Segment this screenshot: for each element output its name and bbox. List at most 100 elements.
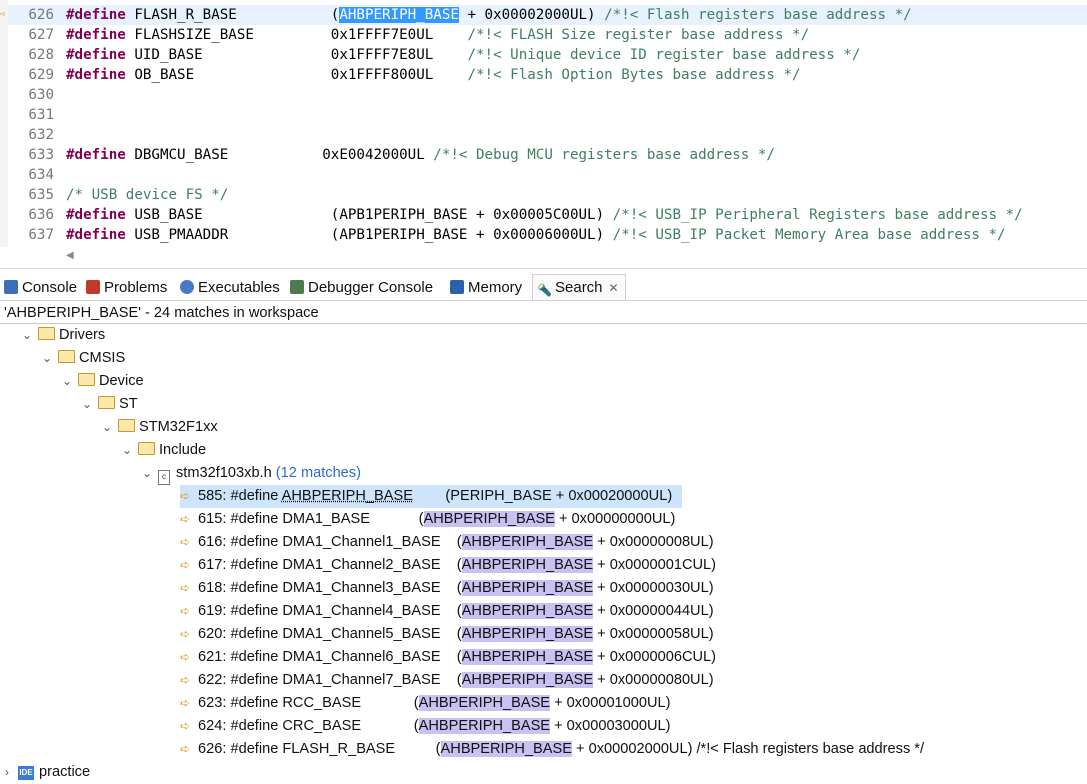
code-text: #define FLASH_R_BASE (AHBPERIPH_BASE + 0… bbox=[66, 5, 912, 25]
match-arrow-icon: ➪ bbox=[180, 489, 191, 503]
chevron-down-icon[interactable]: ⌄ bbox=[100, 416, 114, 439]
line-number: 634 bbox=[28, 167, 54, 183]
keyword: #define bbox=[66, 147, 126, 163]
search-match-line[interactable]: ➪ 617: #define DMA1_Channel2_BASE (AHBPER… bbox=[180, 554, 716, 577]
comment: /*!< USB_IP Packet Memory Area base addr… bbox=[612, 227, 1006, 243]
match-suffix: + 0x00000000UL) bbox=[554, 511, 676, 527]
editor-horizontal-scrollbar[interactable]: ◀ bbox=[66, 248, 1076, 264]
keyword: #define bbox=[66, 67, 126, 83]
match-prefix: 619: #define DMA1_Channel4_BASE ( bbox=[198, 603, 462, 619]
search-match-line[interactable]: ➪ 585: #define AHBPERIPH_BASE (PERIPH_BAS… bbox=[180, 485, 682, 508]
chevron-right-icon[interactable]: › bbox=[0, 761, 14, 784]
code-token: DBGMCU_BASE 0xE0042000UL bbox=[125, 147, 434, 163]
code-editor[interactable]: ➪ 626 #define FLASH_R_BASE (AHBPERIPH_BASE… bbox=[0, 0, 1087, 247]
tab-search[interactable]: 🔦 Search ✕ bbox=[532, 274, 626, 301]
search-flashlight-icon: 🔦 bbox=[537, 283, 552, 297]
match-arrow-icon: ➪ bbox=[180, 581, 191, 595]
search-match-line[interactable]: ➪ 622: #define DMA1_Channel7_BASE (AHBPER… bbox=[180, 669, 714, 692]
problems-icon bbox=[86, 280, 100, 294]
tree-file[interactable]: ⌄ c stm32f103xb.h (12 matches) bbox=[140, 462, 361, 485]
tree-folder[interactable]: ⌄ Drivers bbox=[20, 324, 105, 347]
code-text: #define USB_PMAADDR (APB1PERIPH_BASE + 0… bbox=[66, 225, 1006, 245]
match-highlight: AHBPERIPH_BASE bbox=[461, 626, 594, 642]
code-line[interactable]: 632 bbox=[8, 125, 1087, 145]
tree-folder[interactable]: ⌄ ST bbox=[80, 393, 138, 416]
code-line[interactable]: 630 bbox=[8, 85, 1087, 105]
match-prefix: 618: #define DMA1_Channel3_BASE ( bbox=[198, 580, 462, 596]
match-suffix: + 0x0000006CUL) bbox=[593, 649, 716, 665]
search-match-line[interactable]: ➪ 623: #define RCC_BASE (AHBPERIPH_BASE +… bbox=[180, 692, 671, 715]
code-line[interactable]: 637 #define USB_PMAADDR (APB1PERIPH_BASE … bbox=[8, 225, 1087, 245]
code-line[interactable]: 631 bbox=[8, 105, 1087, 125]
tree-folder[interactable]: ⌄ Device bbox=[60, 370, 144, 393]
comment: /*!< Flash Option Bytes base address */ bbox=[467, 67, 801, 83]
tree-label: STM32F1xx bbox=[139, 419, 218, 435]
code-line[interactable]: ➪ 626 #define FLASH_R_BASE (AHBPERIPH_BASE… bbox=[0, 5, 1087, 25]
match-prefix: 620: #define DMA1_Channel5_BASE ( bbox=[198, 626, 462, 642]
match-suffix: + 0x00000044UL) bbox=[593, 603, 714, 619]
tab-executables[interactable]: Executables bbox=[180, 276, 280, 300]
tree-project-practice[interactable]: › IDE practice bbox=[0, 761, 90, 784]
chevron-down-icon[interactable]: ⌄ bbox=[80, 393, 94, 416]
tree-label: CMSIS bbox=[79, 350, 126, 366]
search-match-line[interactable]: ➪ 626: #define FLASH_R_BASE (AHBPERIPH_BA… bbox=[180, 738, 924, 761]
code-line[interactable]: 634 bbox=[8, 165, 1087, 185]
match-prefix: 623: #define RCC_BASE ( bbox=[198, 695, 419, 711]
code-line[interactable]: 635 /* USB device FS */ bbox=[8, 185, 1087, 205]
chevron-down-icon[interactable]: ⌄ bbox=[60, 370, 74, 393]
code-line[interactable]: 633 #define DBGMCU_BASE 0xE0042000UL /*!<… bbox=[8, 145, 1087, 165]
tree-folder[interactable]: ⌄ CMSIS bbox=[40, 347, 125, 370]
tab-memory[interactable]: Memory bbox=[450, 276, 522, 300]
code-text: /* USB device FS */ bbox=[66, 185, 228, 205]
chevron-down-icon[interactable]: ⌄ bbox=[140, 462, 154, 485]
tree-folder[interactable]: ⌄ Include bbox=[120, 439, 206, 462]
match-count: (12 matches) bbox=[275, 465, 361, 481]
match-suffix: + 0x00003000UL) bbox=[550, 718, 671, 734]
match-prefix: 617: #define DMA1_Channel2_BASE ( bbox=[198, 557, 462, 573]
code-text: #define DBGMCU_BASE 0xE0042000UL /*!< De… bbox=[66, 145, 775, 165]
tab-label: Memory bbox=[468, 279, 523, 296]
search-match-line[interactable]: ➪ 619: #define DMA1_Channel4_BASE (AHBPER… bbox=[180, 600, 714, 623]
scroll-left-arrow-icon[interactable]: ◀ bbox=[66, 250, 74, 261]
search-match-line[interactable]: ➪ 621: #define DMA1_Channel6_BASE (AHBPER… bbox=[180, 646, 716, 669]
search-match-line[interactable]: ➪ 624: #define CRC_BASE (AHBPERIPH_BASE +… bbox=[180, 715, 671, 738]
code-token: OB_BASE 0x1FFFF800UL bbox=[125, 67, 468, 83]
search-match-line[interactable]: ➪ 618: #define DMA1_Channel3_BASE (AHBPER… bbox=[180, 577, 714, 600]
keyword: #define bbox=[66, 47, 126, 63]
match-suffix: (PERIPH_BASE + 0x00020000UL) bbox=[413, 488, 673, 504]
editor-gutter bbox=[0, 0, 8, 247]
tab-console[interactable]: Console bbox=[4, 276, 77, 300]
close-icon[interactable]: ✕ bbox=[609, 281, 619, 295]
tree-folder[interactable]: ⌄ STM32F1xx bbox=[100, 416, 218, 439]
chevron-down-icon[interactable]: ⌄ bbox=[20, 324, 34, 347]
match-highlight: AHBPERIPH_BASE bbox=[281, 488, 413, 504]
chevron-down-icon[interactable]: ⌄ bbox=[40, 347, 54, 370]
search-match-line[interactable]: ➪ 615: #define DMA1_BASE (AHBPERIPH_BASE … bbox=[180, 508, 675, 531]
match-arrow-icon: ➪ bbox=[180, 742, 191, 756]
code-line[interactable]: 628 #define UID_BASE 0x1FFFF7E8UL /*!< Un… bbox=[8, 45, 1087, 65]
comment: /*!< USB_IP Peripheral Registers base ad… bbox=[612, 207, 1023, 223]
chevron-down-icon[interactable]: ⌄ bbox=[120, 439, 134, 462]
match-suffix: + 0x00000058UL) bbox=[593, 626, 714, 642]
tree-label: Include bbox=[159, 442, 207, 458]
line-number: 636 bbox=[28, 207, 54, 223]
match-suffix: + 0x00000030UL) bbox=[593, 580, 714, 596]
comment: /* USB device FS */ bbox=[66, 187, 229, 203]
tab-problems[interactable]: Problems bbox=[86, 276, 167, 300]
folder-icon bbox=[118, 419, 135, 432]
search-match-line[interactable]: ➪ 620: #define DMA1_Channel5_BASE (AHBPER… bbox=[180, 623, 714, 646]
match-arrow-icon: ➪ bbox=[180, 719, 191, 733]
console-icon bbox=[4, 280, 18, 294]
match-highlight: AHBPERIPH_BASE bbox=[461, 672, 594, 688]
ide-project-icon: IDE bbox=[18, 766, 34, 780]
code-line[interactable]: 636 #define USB_BASE (APB1PERIPH_BASE + 0… bbox=[8, 205, 1087, 225]
match-highlight: AHBPERIPH_BASE bbox=[440, 741, 572, 757]
code-line[interactable]: 629 #define OB_BASE 0x1FFFF800UL /*!< Fla… bbox=[8, 65, 1087, 85]
debugger-console-icon bbox=[290, 280, 304, 294]
match-highlight: AHBPERIPH_BASE bbox=[418, 718, 551, 734]
code-line[interactable]: 627 #define FLASHSIZE_BASE 0x1FFFF7E0UL /… bbox=[8, 25, 1087, 45]
line-number: 626 bbox=[28, 7, 54, 23]
tab-debugger-console[interactable]: Debugger Console bbox=[290, 276, 433, 300]
search-match-line[interactable]: ➪ 616: #define DMA1_Channel1_BASE (AHBPER… bbox=[180, 531, 714, 554]
search-summary: 'AHBPERIPH_BASE' - 24 matches in workspa… bbox=[4, 305, 319, 321]
